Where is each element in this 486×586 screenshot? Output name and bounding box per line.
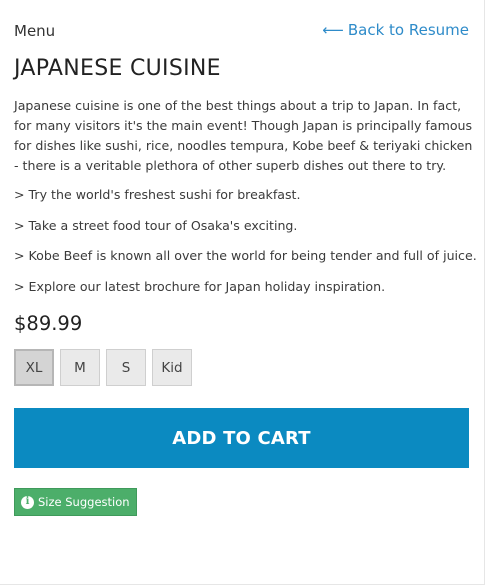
size-selector: XL M S Kid: [14, 349, 198, 386]
size-option-s[interactable]: S: [106, 349, 146, 386]
left-arrow-icon: ⟵: [322, 21, 344, 39]
size-option-xl[interactable]: XL: [14, 349, 54, 386]
back-link-label: Back to Resume: [347, 21, 469, 39]
feature-list: > Try the world's freshest sushi for bre…: [14, 185, 477, 307]
info-icon: i: [21, 495, 34, 509]
size-suggestion-button[interactable]: i Size Suggestion: [14, 488, 137, 516]
menu-label[interactable]: Menu: [14, 22, 55, 40]
feature-item: > Explore our latest brochure for Japan …: [14, 278, 386, 294]
back-to-resume-link[interactable]: ⟵ Back to Resume: [322, 21, 469, 39]
feature-item: > Try the world's freshest sushi for bre…: [14, 187, 301, 202]
size-option-m[interactable]: M: [60, 349, 100, 386]
size-suggestion-label: Size Suggestion: [38, 495, 130, 509]
product-title: JAPANESE CUISINE: [14, 56, 221, 81]
feature-item: > Take a street food tour of Osaka's exc…: [14, 217, 298, 233]
product-description: Japanese cuisine is one of the best thin…: [14, 98, 473, 173]
add-to-cart-button[interactable]: ADD TO CART: [14, 408, 469, 468]
size-option-kid[interactable]: Kid: [152, 349, 192, 386]
feature-item: > Kobe Beef is known all over the world …: [14, 248, 477, 263]
product-price: $89.99: [14, 312, 83, 335]
